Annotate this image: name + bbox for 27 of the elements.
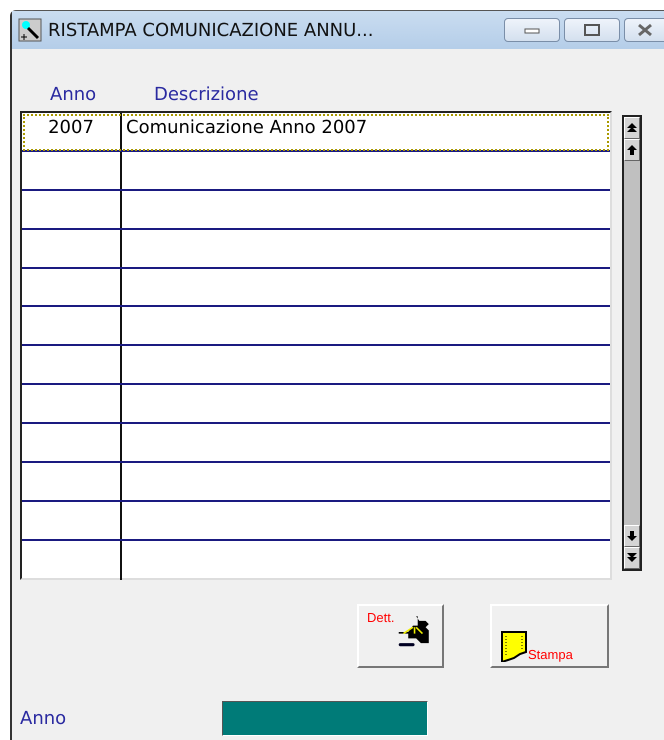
close-icon [636, 23, 652, 37]
double-up-arrow-icon [627, 123, 637, 133]
field-label: Anno [20, 708, 68, 729]
paper-icon [500, 630, 528, 662]
column-header: Descrizione [153, 84, 259, 105]
detail-button[interactable]: Dett. [357, 604, 444, 668]
minimize-icon [524, 26, 540, 34]
scrollbar[interactable] [622, 115, 642, 571]
down-arrow-icon [627, 531, 637, 541]
window-title: RISTAMPA COMUNICAZIONE ANNU... [48, 20, 374, 40]
table-cell-text: Comunicazione Anno 2007 [125, 116, 368, 140]
scroll-bottom-button[interactable] [624, 547, 640, 569]
print-button[interactable]: Stampa [490, 604, 609, 668]
minimize-button[interactable] [504, 18, 560, 42]
column-header: Anno [49, 84, 98, 105]
magnifier-icon [18, 18, 42, 42]
maximize-icon [584, 24, 600, 36]
double-down-arrow-icon [627, 553, 637, 563]
scroll-down-button[interactable] [624, 525, 640, 547]
scroll-up-button[interactable] [624, 139, 640, 161]
maximize-button[interactable] [564, 18, 620, 42]
table-cell: 2007 [22, 113, 122, 150]
table-row[interactable]: 2007 Comunicazione Anno 2007 [22, 113, 610, 152]
close-button[interactable] [624, 18, 664, 42]
input-field[interactable] [222, 701, 428, 736]
up-arrow-icon [627, 145, 637, 155]
scroll-top-button[interactable] [624, 117, 640, 139]
